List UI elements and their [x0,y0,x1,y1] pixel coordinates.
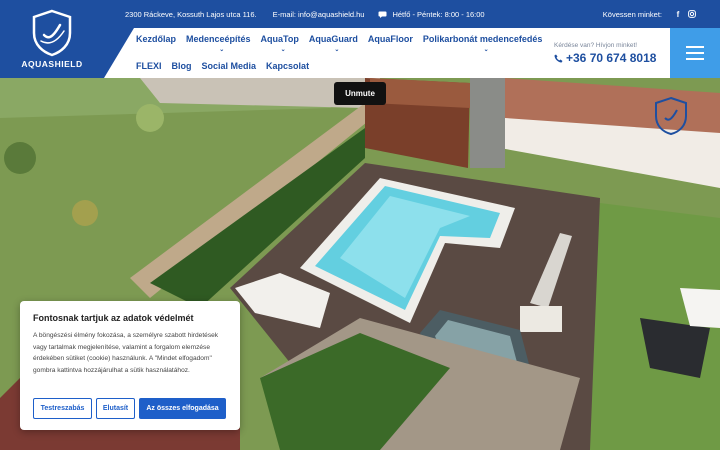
nav-item[interactable]: Blog [172,61,202,71]
phone-number: +36 70 674 8018 [566,51,657,65]
nav-row-secondary: FLEXI Blog Social Media Kapcsolat [136,61,319,71]
chevron-down-icon: ⌄ [334,47,340,53]
phone-icon [554,54,563,62]
hamburger-menu-button[interactable] [670,28,720,78]
menu-icon-line [686,58,704,60]
unmute-button[interactable]: Unmute [334,82,386,105]
tree [72,200,98,226]
shield-logo-icon [32,9,72,57]
cookie-title: Fontosnak tartjuk az adatok védelmét [33,313,194,323]
address-text: 2300 Ráckeve, Kossuth Lajos utca 116. [125,9,257,19]
nav-item-label: Kapcsolat [266,61,310,71]
instagram-icon[interactable] [687,9,697,19]
nav-item[interactable]: Medenceépítés ⌄ [186,34,261,53]
nav-item-label: FLEXI [136,61,162,71]
reject-button[interactable]: Elutasít [96,398,135,419]
nav-item[interactable]: Kapcsolat [266,61,319,71]
contact-block: Kérdése van? Hívjon minket! +36 70 674 8… [554,42,656,65]
nav-item[interactable]: Polikarbonát medencefedés ⌄ [422,34,553,53]
courtyard [470,78,505,168]
nav-item[interactable]: AquaFloor [368,34,423,44]
main-navigation: Kezdőlap Medenceépítés ⌄ AquaTop ⌄ AquaGuard ⌄… [104,28,720,78]
nav-item[interactable]: AquaTop ⌄ [260,34,309,53]
nav-item[interactable]: FLEXI [136,61,172,71]
nav-slant-decoration [104,28,134,78]
opening-hours-text: Hétfő - Péntek: 8:00 - 16:00 [392,9,485,19]
top-info-bar: 2300 Ráckeve, Kossuth Lajos utca 116. E-… [104,0,720,28]
menu-icon-line [686,46,704,48]
facebook-icon[interactable]: f [673,9,683,19]
nav-item[interactable]: Kezdőlap [136,34,186,44]
nav-item-label: AquaGuard [308,34,358,44]
cookie-body: A böngészési élmény fokozása, a személyr… [33,332,219,375]
tree [136,104,164,132]
nav-item-label: Blog [171,61,192,71]
nav-item-label: Kezdőlap [136,34,177,44]
nav-item-label: AquaFloor [367,34,413,44]
email-link[interactable]: E-mail: info@aquashield.hu [273,10,365,19]
cookie-consent-dialog: Fontosnak tartjuk az adatok védelmét A b… [20,301,240,430]
follow-label: Kövessen minket: [602,9,662,19]
nav-item[interactable]: Social Media [202,61,267,71]
tree [4,142,36,174]
nav-item-label: AquaTop [260,34,299,44]
deck-tile [520,306,562,332]
nav-item-label: Social Media [201,61,257,71]
brand-logo[interactable]: AQUASHIELD [0,0,104,78]
chevron-down-icon: ⌄ [280,47,286,53]
phone-link[interactable]: +36 70 674 8018 [554,51,656,65]
cookie-buttons: Testreszabás Elutasít Az összes elfogadá… [33,398,226,419]
nav-item-label: Polikarbonát medencefedés [422,34,543,44]
brand-name: AQUASHIELD [21,59,83,69]
contact-question: Kérdése van? Hívjon minket! [554,42,638,49]
customize-button[interactable]: Testreszabás [33,398,92,419]
nav-row-primary: Kezdőlap Medenceépítés ⌄ AquaTop ⌄ AquaGuard ⌄… [136,34,553,53]
chat-icon [378,11,387,18]
chevron-down-icon: ⌄ [483,47,489,53]
chevron-down-icon: ⌄ [219,47,225,53]
accept-all-button[interactable]: Az összes elfogadása [139,398,226,419]
nav-item[interactable]: AquaGuard ⌄ [308,34,368,53]
nav-item-label: Medenceépítés [186,34,251,44]
opening-hours: Hétfő - Péntek: 8:00 - 16:00 [378,9,485,19]
menu-icon-line [686,52,704,54]
